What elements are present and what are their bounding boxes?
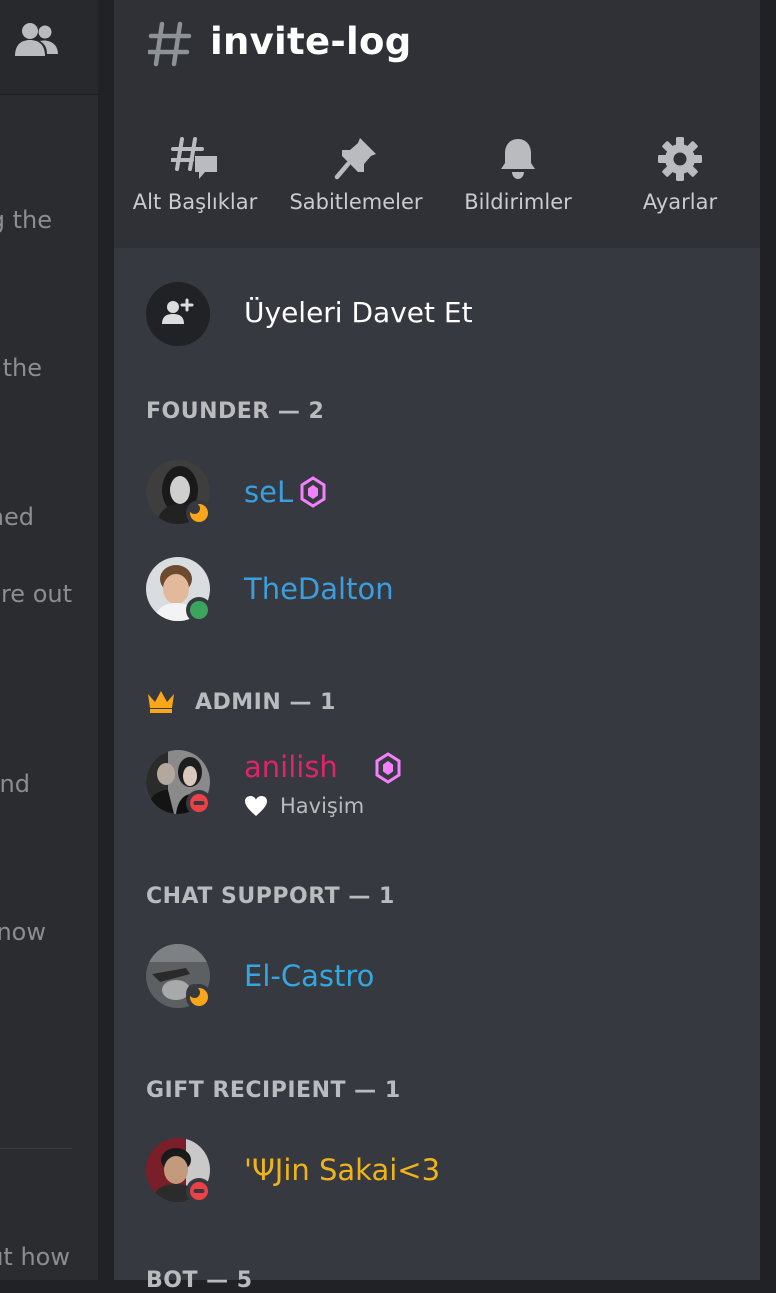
member-name: El-Castro bbox=[244, 959, 375, 993]
status-idle-badge bbox=[186, 500, 212, 526]
member-anilish[interactable]: anilish Havişim bbox=[146, 750, 726, 818]
notifications-label: Bildirimler bbox=[464, 190, 572, 214]
background-text: g the bbox=[0, 206, 52, 234]
channel-drawer: invite-log Alt Başlıklar Sabitlemeler Bi… bbox=[114, 0, 760, 1293]
background-divider bbox=[0, 1148, 72, 1149]
member-name: TheDalton bbox=[244, 572, 394, 606]
member-jin-sakai[interactable]: 'ΨJin Sakai<3 bbox=[146, 1138, 726, 1204]
members-icon[interactable] bbox=[14, 20, 60, 64]
section-chat-support: CHAT SUPPORT — 1 bbox=[146, 884, 395, 909]
threads-button[interactable]: Alt Başlıklar bbox=[115, 136, 275, 214]
member-name: seL bbox=[244, 475, 294, 509]
bell-icon bbox=[498, 136, 538, 184]
status-idle-badge bbox=[186, 984, 212, 1010]
pin-icon bbox=[334, 136, 378, 184]
member-el-castro[interactable]: El-Castro bbox=[146, 944, 726, 1010]
add-member-icon bbox=[162, 298, 194, 330]
background-text: ut how bbox=[0, 1243, 70, 1271]
custom-status-text: Havişim bbox=[280, 794, 365, 818]
screen-edge bbox=[760, 0, 776, 1280]
gear-icon bbox=[657, 136, 703, 186]
server-boost-icon bbox=[300, 476, 326, 512]
status-online-badge bbox=[186, 597, 212, 623]
section-founder: FOUNDER — 2 bbox=[146, 399, 325, 424]
channel-title: invite-log bbox=[210, 20, 412, 63]
panel-gap bbox=[98, 0, 114, 1280]
background-chat-panel: g the the ned re out nd now ut how bbox=[0, 0, 98, 1280]
notifications-button[interactable]: Bildirimler bbox=[438, 136, 598, 214]
section-admin: ADMIN — 1 bbox=[195, 690, 336, 715]
member-sel[interactable]: seL bbox=[146, 460, 726, 526]
background-text: ned bbox=[0, 503, 34, 531]
settings-button[interactable]: Ayarlar bbox=[600, 136, 760, 214]
background-text: re out bbox=[0, 580, 72, 608]
drawer-header: invite-log Alt Başlıklar Sabitlemeler Bi… bbox=[114, 0, 760, 248]
pins-label: Sabitlemeler bbox=[289, 190, 423, 214]
threads-label: Alt Başlıklar bbox=[132, 190, 258, 214]
background-text: the bbox=[2, 354, 42, 382]
section-bot: BOT — 5 bbox=[146, 1268, 253, 1293]
heart-icon bbox=[244, 795, 268, 821]
settings-label: Ayarlar bbox=[642, 190, 718, 214]
hash-icon bbox=[146, 20, 192, 72]
crown-icon bbox=[146, 688, 176, 718]
status-dnd-badge bbox=[186, 790, 212, 816]
threads-icon bbox=[170, 136, 219, 186]
status-dnd-badge bbox=[186, 1178, 212, 1204]
invite-members-label: Üyeleri Davet Et bbox=[244, 296, 473, 329]
server-boost-icon bbox=[375, 752, 401, 788]
background-header bbox=[0, 0, 98, 95]
invite-icon-circle bbox=[146, 282, 210, 346]
member-name: 'ΨJin Sakai<3 bbox=[244, 1153, 441, 1187]
background-text: nd bbox=[0, 770, 30, 798]
invite-members-button[interactable]: Üyeleri Davet Et bbox=[146, 282, 706, 346]
member-thedalton[interactable]: TheDalton bbox=[146, 557, 726, 623]
pins-button[interactable]: Sabitlemeler bbox=[276, 136, 436, 214]
section-gift-recipient: GIFT RECIPIENT — 1 bbox=[146, 1078, 401, 1103]
background-text: now bbox=[0, 918, 46, 946]
member-name: anilish bbox=[244, 750, 338, 784]
